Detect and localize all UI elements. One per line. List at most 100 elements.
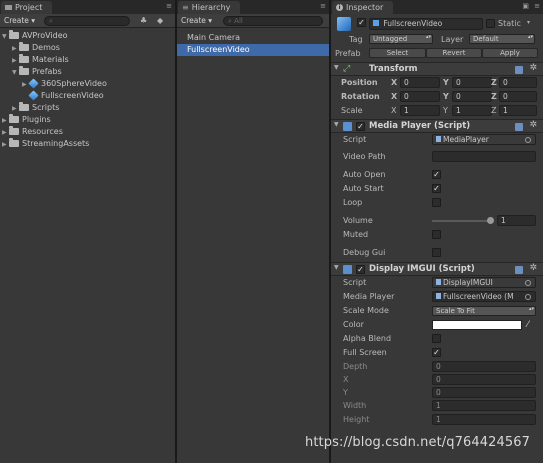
gear-icon[interactable]: ✲: [529, 263, 537, 273]
width-field[interactable]: 1: [432, 400, 536, 411]
script-file-icon: [436, 279, 441, 285]
tag-dropdown[interactable]: Untagged: [369, 34, 433, 44]
hierarchy-create-button[interactable]: Create ▾: [181, 16, 212, 26]
depth-row: Depth 0: [331, 360, 543, 374]
gear-icon[interactable]: ✲: [529, 63, 537, 73]
volume-slider-handle[interactable]: [487, 217, 494, 224]
position-row: Position X 0 Y 0 Z 0: [331, 76, 543, 90]
transform-title: Transform: [369, 64, 418, 74]
transform-header[interactable]: ▼ ⤢ Transform ✲: [331, 62, 543, 76]
object-picker-icon[interactable]: [525, 294, 531, 300]
project-item[interactable]: ▶ Resources: [0, 126, 175, 138]
inspector-tabbar: i Inspector ▣ ≡: [331, 0, 543, 14]
panel-menu-icon[interactable]: ≡: [534, 2, 540, 10]
object-picker-icon[interactable]: [525, 137, 531, 143]
collapsed-arrow-icon[interactable]: ▶: [2, 139, 9, 151]
loop-checkbox[interactable]: [432, 198, 441, 207]
layer-dropdown[interactable]: Default: [469, 34, 535, 44]
project-item[interactable]: ▼ Prefabs: [0, 66, 175, 78]
project-item[interactable]: ▶ Plugins: [0, 114, 175, 126]
prefab-select-button[interactable]: Select: [369, 48, 426, 58]
project-item-label: Plugins: [22, 115, 51, 124]
lock-icon[interactable]: ▣: [522, 2, 529, 10]
width-row: Width 1: [331, 399, 543, 413]
folder-icon: [9, 138, 19, 147]
prefab-icon: [28, 90, 39, 101]
height-field[interactable]: 1: [432, 414, 536, 425]
volume-label: Volume: [343, 216, 373, 225]
project-create-button[interactable]: Create ▾: [4, 16, 35, 26]
object-picker-icon[interactable]: [525, 280, 531, 286]
layer-label: Layer: [441, 35, 464, 44]
project-item[interactable]: ▶ Materials: [0, 54, 175, 66]
depth-field[interactable]: 0: [432, 361, 536, 372]
position-z-field[interactable]: 0: [499, 77, 537, 88]
project-search-input[interactable]: ⌕: [44, 16, 130, 26]
project-item[interactable]: FullscreenVideo: [0, 90, 175, 102]
panel-menu-icon[interactable]: ≡: [166, 2, 172, 10]
auto-start-checkbox[interactable]: ✓: [432, 184, 441, 193]
media-player-ref-field[interactable]: FullscreenVideo (M: [432, 291, 536, 302]
color-swatch[interactable]: [432, 320, 522, 330]
hierarchy-tab[interactable]: ≡ Hierarchy: [178, 1, 241, 14]
volume-field[interactable]: 1: [497, 215, 536, 226]
mp-script-field[interactable]: MediaPlayer: [432, 134, 536, 145]
static-dropdown-icon[interactable]: ▾: [527, 19, 530, 26]
rotation-y-field[interactable]: 0: [452, 91, 492, 102]
full-screen-label: Full Screen: [343, 348, 387, 357]
y-field[interactable]: 0: [432, 387, 536, 398]
static-checkbox[interactable]: [486, 19, 495, 28]
filter-type-icon[interactable]: ♣: [140, 16, 147, 25]
panel-menu-icon[interactable]: ≡: [320, 2, 326, 10]
prefab-small-icon: [373, 20, 379, 26]
project-item[interactable]: ▶ Demos: [0, 42, 175, 54]
hierarchy-item-selected[interactable]: FullscreenVideo: [177, 44, 329, 56]
debug-gui-checkbox[interactable]: [432, 248, 441, 257]
position-y-field[interactable]: 0: [452, 77, 492, 88]
hierarchy-search-input[interactable]: ⌕ All: [223, 16, 323, 26]
muted-checkbox[interactable]: [432, 230, 441, 239]
auto-start-row: Auto Start ✓: [331, 182, 543, 196]
auto-open-checkbox[interactable]: ✓: [432, 170, 441, 179]
media-player-header[interactable]: ▼ ✓ Media Player (Script) ✲: [331, 119, 543, 133]
axis-y-label: Y: [443, 78, 449, 87]
scale-mode-dropdown[interactable]: Scale To Fit: [432, 306, 536, 316]
inspector-tab[interactable]: i Inspector: [332, 1, 394, 14]
display-imgui-enabled-checkbox[interactable]: ✓: [356, 265, 365, 274]
video-path-field[interactable]: [432, 151, 536, 162]
folder-icon: [9, 30, 19, 39]
help-book-icon[interactable]: [515, 66, 523, 74]
scale-z-field[interactable]: 1: [499, 105, 537, 116]
project-item[interactable]: ▶ Scripts: [0, 102, 175, 114]
media-player-enabled-checkbox[interactable]: ✓: [356, 122, 365, 131]
di-script-field[interactable]: DisplayIMGUI: [432, 277, 536, 288]
project-tab[interactable]: Project: [1, 1, 53, 14]
volume-slider-track[interactable]: [432, 220, 490, 222]
eyedropper-icon[interactable]: ⁄: [527, 318, 529, 332]
project-tab-label: Project: [15, 3, 43, 12]
help-book-icon[interactable]: [515, 123, 523, 131]
hierarchy-item[interactable]: Main Camera: [177, 32, 329, 44]
rotation-z-field[interactable]: 0: [499, 91, 537, 102]
label-tag-icon[interactable]: ◆: [157, 16, 163, 25]
project-panel: Project ≡ Create ▾ ⌕ ♣ ◆ ▼ AVProVideo ▶ Dem…: [0, 0, 175, 463]
project-item[interactable]: ▶ StreamingAssets: [0, 138, 175, 150]
help-book-icon[interactable]: [515, 266, 523, 274]
project-item[interactable]: ▶ 360SphereVideo: [0, 78, 175, 90]
scale-x-field[interactable]: 1: [400, 105, 440, 116]
scale-y-field[interactable]: 1: [452, 105, 492, 116]
inspector-panel: i Inspector ▣ ≡ ✓ FullscreenVideo Static…: [331, 0, 543, 463]
gear-icon[interactable]: ✲: [529, 120, 537, 130]
x-field[interactable]: 0: [432, 374, 536, 385]
display-imgui-header[interactable]: ▼ ✓ Display IMGUI (Script) ✲: [331, 262, 543, 276]
project-item[interactable]: ▼ AVProVideo: [0, 30, 175, 42]
position-x-field[interactable]: 0: [400, 77, 440, 88]
prefab-apply-button[interactable]: Apply: [482, 48, 538, 58]
object-name-field[interactable]: FullscreenVideo: [369, 18, 483, 30]
full-screen-checkbox[interactable]: ✓: [432, 348, 441, 357]
rotation-x-field[interactable]: 0: [400, 91, 440, 102]
gameobject-active-checkbox[interactable]: ✓: [357, 18, 366, 27]
folder-icon: [19, 66, 29, 75]
alpha-blend-checkbox[interactable]: [432, 334, 441, 343]
prefab-revert-button[interactable]: Revert: [426, 48, 482, 58]
